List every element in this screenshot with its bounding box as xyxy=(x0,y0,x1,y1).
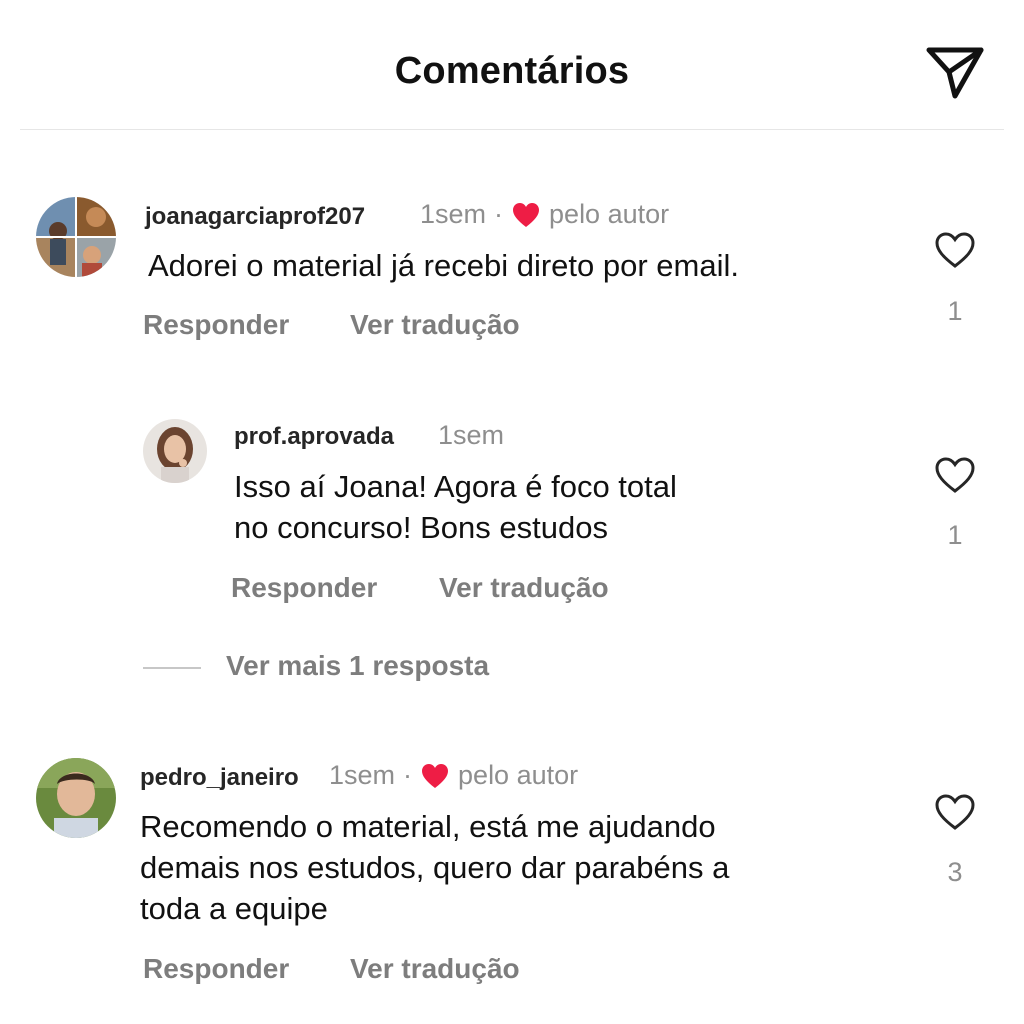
heart-filled-icon xyxy=(422,763,449,788)
comment-meta: 1sem · pelo autor xyxy=(420,199,670,229)
liked-by-author-label: pelo autor xyxy=(458,760,579,790)
reply-button[interactable]: Responder xyxy=(231,572,377,604)
username[interactable]: prof.aprovada xyxy=(234,423,394,451)
heart-outline-icon[interactable] xyxy=(933,792,977,832)
like-count: 3 xyxy=(947,857,963,887)
username[interactable]: joanagarciaprof207 xyxy=(145,203,365,231)
like-count: 1 xyxy=(947,296,963,326)
page-title: Comentários xyxy=(394,50,630,92)
header-divider xyxy=(20,129,1004,130)
view-more-replies-button[interactable]: Ver mais 1 resposta xyxy=(226,650,489,682)
avatar[interactable] xyxy=(143,419,207,483)
timestamp: 1sem xyxy=(329,760,396,790)
comment-text: Recomendo o material, está me ajudando d… xyxy=(140,809,730,926)
heart-filled-icon xyxy=(513,202,540,227)
translate-button[interactable]: Ver tradução xyxy=(350,309,520,341)
translate-button[interactable]: Ver tradução xyxy=(439,572,609,604)
translate-button[interactable]: Ver tradução xyxy=(350,953,520,985)
timestamp: 1sem xyxy=(438,420,505,450)
heart-outline-icon[interactable] xyxy=(933,455,977,495)
avatar[interactable] xyxy=(36,197,116,277)
more-replies-line xyxy=(143,667,201,669)
reply-button[interactable]: Responder xyxy=(143,953,289,985)
like-count: 1 xyxy=(947,520,963,550)
timestamp: 1sem xyxy=(420,199,487,229)
heart-outline-icon[interactable] xyxy=(933,230,977,270)
avatar[interactable] xyxy=(36,758,116,838)
comment-text: Isso aí Joana! Agora é foco total no con… xyxy=(234,469,677,545)
send-icon[interactable] xyxy=(925,44,985,100)
header: Comentários xyxy=(0,0,1024,130)
comment-meta: 1sem · pelo autor xyxy=(329,760,579,790)
reply-button[interactable]: Responder xyxy=(143,309,289,341)
liked-by-author-label: pelo autor xyxy=(549,199,670,229)
comment-text: Adorei o material já recebi direto por e… xyxy=(148,248,739,283)
username[interactable]: pedro_janeiro xyxy=(140,764,299,792)
comment-meta: 1sem xyxy=(438,420,504,451)
